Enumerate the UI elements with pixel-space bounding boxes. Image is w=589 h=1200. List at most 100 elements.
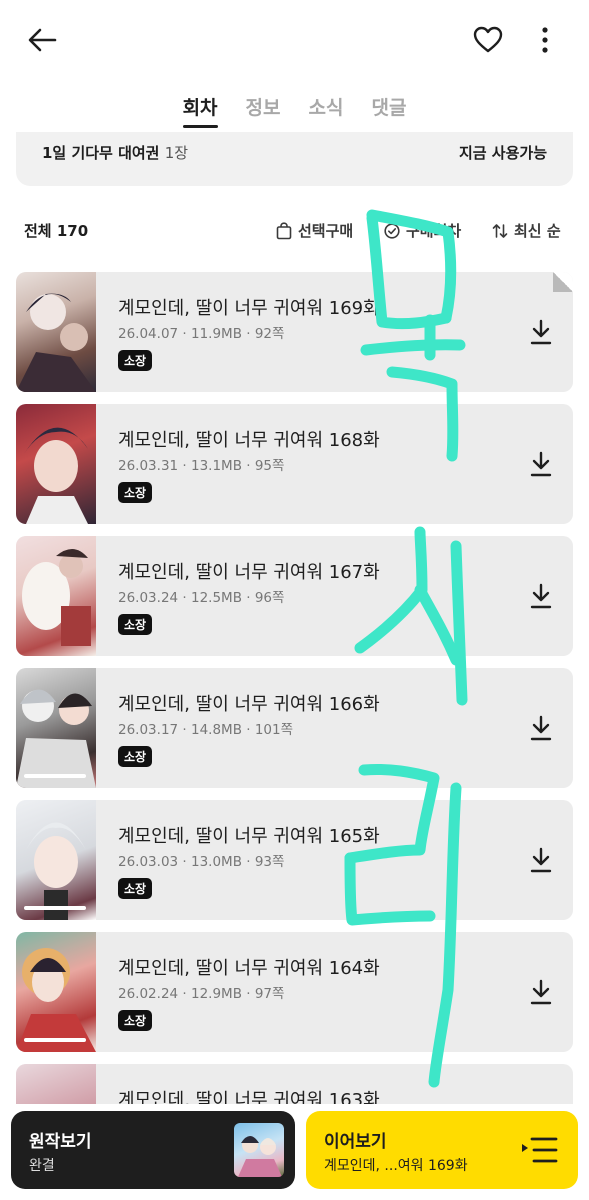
download-icon <box>530 451 552 477</box>
list-toolbar: 전체 170 선택구매 구매회차 최신 순 <box>0 216 589 246</box>
top-bar <box>0 0 589 80</box>
owned-badge: 소장 <box>118 746 153 767</box>
episode-meta: 26.03.31 · 13.1MB · 95쪽 <box>118 458 285 474</box>
episode-size: 13.1MB <box>191 458 242 474</box>
episode-item[interactable]: 계모인데, 딸이 너무 귀여워 166화 26.03.17 · 14.8MB ·… <box>16 668 573 788</box>
download-button[interactable] <box>529 714 553 742</box>
owned-badge: 소장 <box>118 614 153 635</box>
episode-date: 26.03.17 <box>118 722 179 738</box>
download-icon <box>530 979 552 1005</box>
tab-info[interactable]: 정보 <box>246 94 281 128</box>
episode-thumbnail <box>16 272 96 392</box>
download-button[interactable] <box>529 978 553 1006</box>
tab-episodes[interactable]: 회차 <box>182 94 218 128</box>
episode-thumbnail <box>16 404 96 524</box>
episode-thumbnail <box>16 800 96 920</box>
episode-thumbnail <box>16 536 96 656</box>
episode-pages: 92쪽 <box>254 326 285 342</box>
episode-meta: 26.03.24 · 12.5MB · 96쪽 <box>118 590 285 606</box>
episode-date: 26.04.07 <box>118 326 179 342</box>
download-button[interactable] <box>529 846 553 874</box>
episode-date: 26.02.24 <box>118 986 179 1002</box>
download-button[interactable] <box>529 582 553 610</box>
sort-button[interactable]: 최신 순 <box>492 220 561 241</box>
rental-ticket-label: 1일 기다무 대여권 1장 <box>42 142 188 163</box>
episode-date: 26.03.31 <box>118 458 179 474</box>
episode-size: 13.0MB <box>191 854 242 870</box>
episode-item[interactable]: 계모인데, 딸이 너무 귀여워 169화 26.04.07 · 11.9MB ·… <box>16 272 573 392</box>
purchased-episodes-button[interactable]: 구매회차 <box>384 220 461 241</box>
view-original-label: 원작보기 <box>29 1132 92 1152</box>
select-buy-button[interactable]: 선택구매 <box>276 220 353 241</box>
download-button[interactable] <box>529 318 553 346</box>
tab-news[interactable]: 소식 <box>309 94 344 128</box>
back-button[interactable] <box>22 22 62 58</box>
rental-label-text: 1일 기다무 대여권 <box>42 144 160 162</box>
episode-item[interactable]: 계모인데, 딸이 너무 귀여워 167화 26.03.24 · 12.5MB ·… <box>16 536 573 656</box>
episode-date: 26.03.03 <box>118 854 179 870</box>
new-corner-fold <box>553 272 573 292</box>
read-progress-bar <box>24 774 86 778</box>
owned-badge: 소장 <box>118 350 153 371</box>
episode-title: 계모인데, 딸이 너무 귀여워 166화 <box>118 694 380 715</box>
continue-label: 이어보기 <box>324 1132 387 1152</box>
episode-title: 계모인데, 딸이 너무 귀여워 169화 <box>118 298 380 319</box>
more-vertical-icon <box>542 27 548 53</box>
rental-ticket-card[interactable]: 1일 기다무 대여권 1장 지금 사용가능 <box>16 132 573 186</box>
episode-title: 계모인데, 딸이 너무 귀여워 167화 <box>118 562 380 583</box>
read-progress-bar <box>24 1038 86 1042</box>
original-status: 완결 <box>29 1158 55 1174</box>
bottom-action-bar: 원작보기 완결 이어보기 계모인데, ...여워 169화 <box>0 1104 589 1200</box>
episode-thumbnail <box>16 668 96 788</box>
episode-size: 12.5MB <box>191 590 242 606</box>
episode-item[interactable]: 계모인데, 딸이 너무 귀여워 164화 26.02.24 · 12.9MB ·… <box>16 932 573 1052</box>
sort-arrows-icon <box>492 223 508 238</box>
download-button[interactable] <box>529 450 553 478</box>
episode-pages: 101쪽 <box>254 722 294 738</box>
arrow-left-icon <box>28 28 57 52</box>
episode-title: 계모인데, 딸이 너무 귀여워 164화 <box>118 958 380 979</box>
episode-size: 12.9MB <box>191 986 242 1002</box>
heart-icon <box>473 26 503 53</box>
episode-pages: 96쪽 <box>254 590 285 606</box>
owned-badge: 소장 <box>118 1010 153 1031</box>
episode-date: 26.03.24 <box>118 590 179 606</box>
tab-comments[interactable]: 댓글 <box>371 94 406 128</box>
episode-thumbnail <box>16 932 96 1052</box>
rental-count: 1장 <box>164 144 189 162</box>
owned-badge: 소장 <box>118 878 153 899</box>
read-progress-bar <box>24 906 86 910</box>
episode-pages: 93쪽 <box>254 854 285 870</box>
episode-meta: 26.04.07 · 11.9MB · 92쪽 <box>118 326 285 342</box>
download-icon <box>530 847 552 873</box>
tab-bar: 회차 정보 소식 댓글 <box>0 94 589 134</box>
episode-pages: 95쪽 <box>254 458 285 474</box>
episode-size: 14.8MB <box>191 722 242 738</box>
owned-badge: 소장 <box>118 482 153 503</box>
check-circle-icon <box>384 222 400 239</box>
episode-meta: 26.03.03 · 13.0MB · 93쪽 <box>118 854 285 870</box>
sort-label: 최신 순 <box>514 222 561 240</box>
download-icon <box>530 583 552 609</box>
download-icon <box>530 715 552 741</box>
episode-title: 계모인데, 딸이 너무 귀여워 168화 <box>118 430 380 451</box>
episode-item[interactable]: 계모인데, 딸이 너무 귀여워 168화 26.03.31 · 13.1MB ·… <box>16 404 573 524</box>
episode-total: 전체 170 <box>24 222 89 240</box>
continue-episode: 계모인데, ...여워 169화 <box>324 1158 468 1174</box>
episode-pages: 97쪽 <box>254 986 285 1002</box>
favorite-button[interactable] <box>468 20 508 60</box>
episode-meta: 26.02.24 · 12.9MB · 97쪽 <box>118 986 285 1002</box>
play-list-icon <box>520 1135 560 1165</box>
episode-title: 계모인데, 딸이 너무 귀여워 165화 <box>118 826 380 847</box>
shopping-bag-icon <box>276 221 292 239</box>
original-cover-image <box>234 1123 284 1177</box>
rental-status: 지금 사용가능 <box>458 144 547 162</box>
episode-size: 11.9MB <box>191 326 242 342</box>
episode-meta: 26.03.17 · 14.8MB · 101쪽 <box>118 722 294 738</box>
download-icon <box>530 319 552 345</box>
episode-item[interactable]: 계모인데, 딸이 너무 귀여워 165화 26.03.03 · 13.0MB ·… <box>16 800 573 920</box>
more-button[interactable] <box>530 20 560 60</box>
purchased-episodes-label: 구매회차 <box>406 222 462 240</box>
continue-reading-button[interactable]: 이어보기 계모인데, ...여워 169화 <box>306 1111 578 1189</box>
view-original-button[interactable]: 원작보기 완결 <box>11 1111 295 1189</box>
